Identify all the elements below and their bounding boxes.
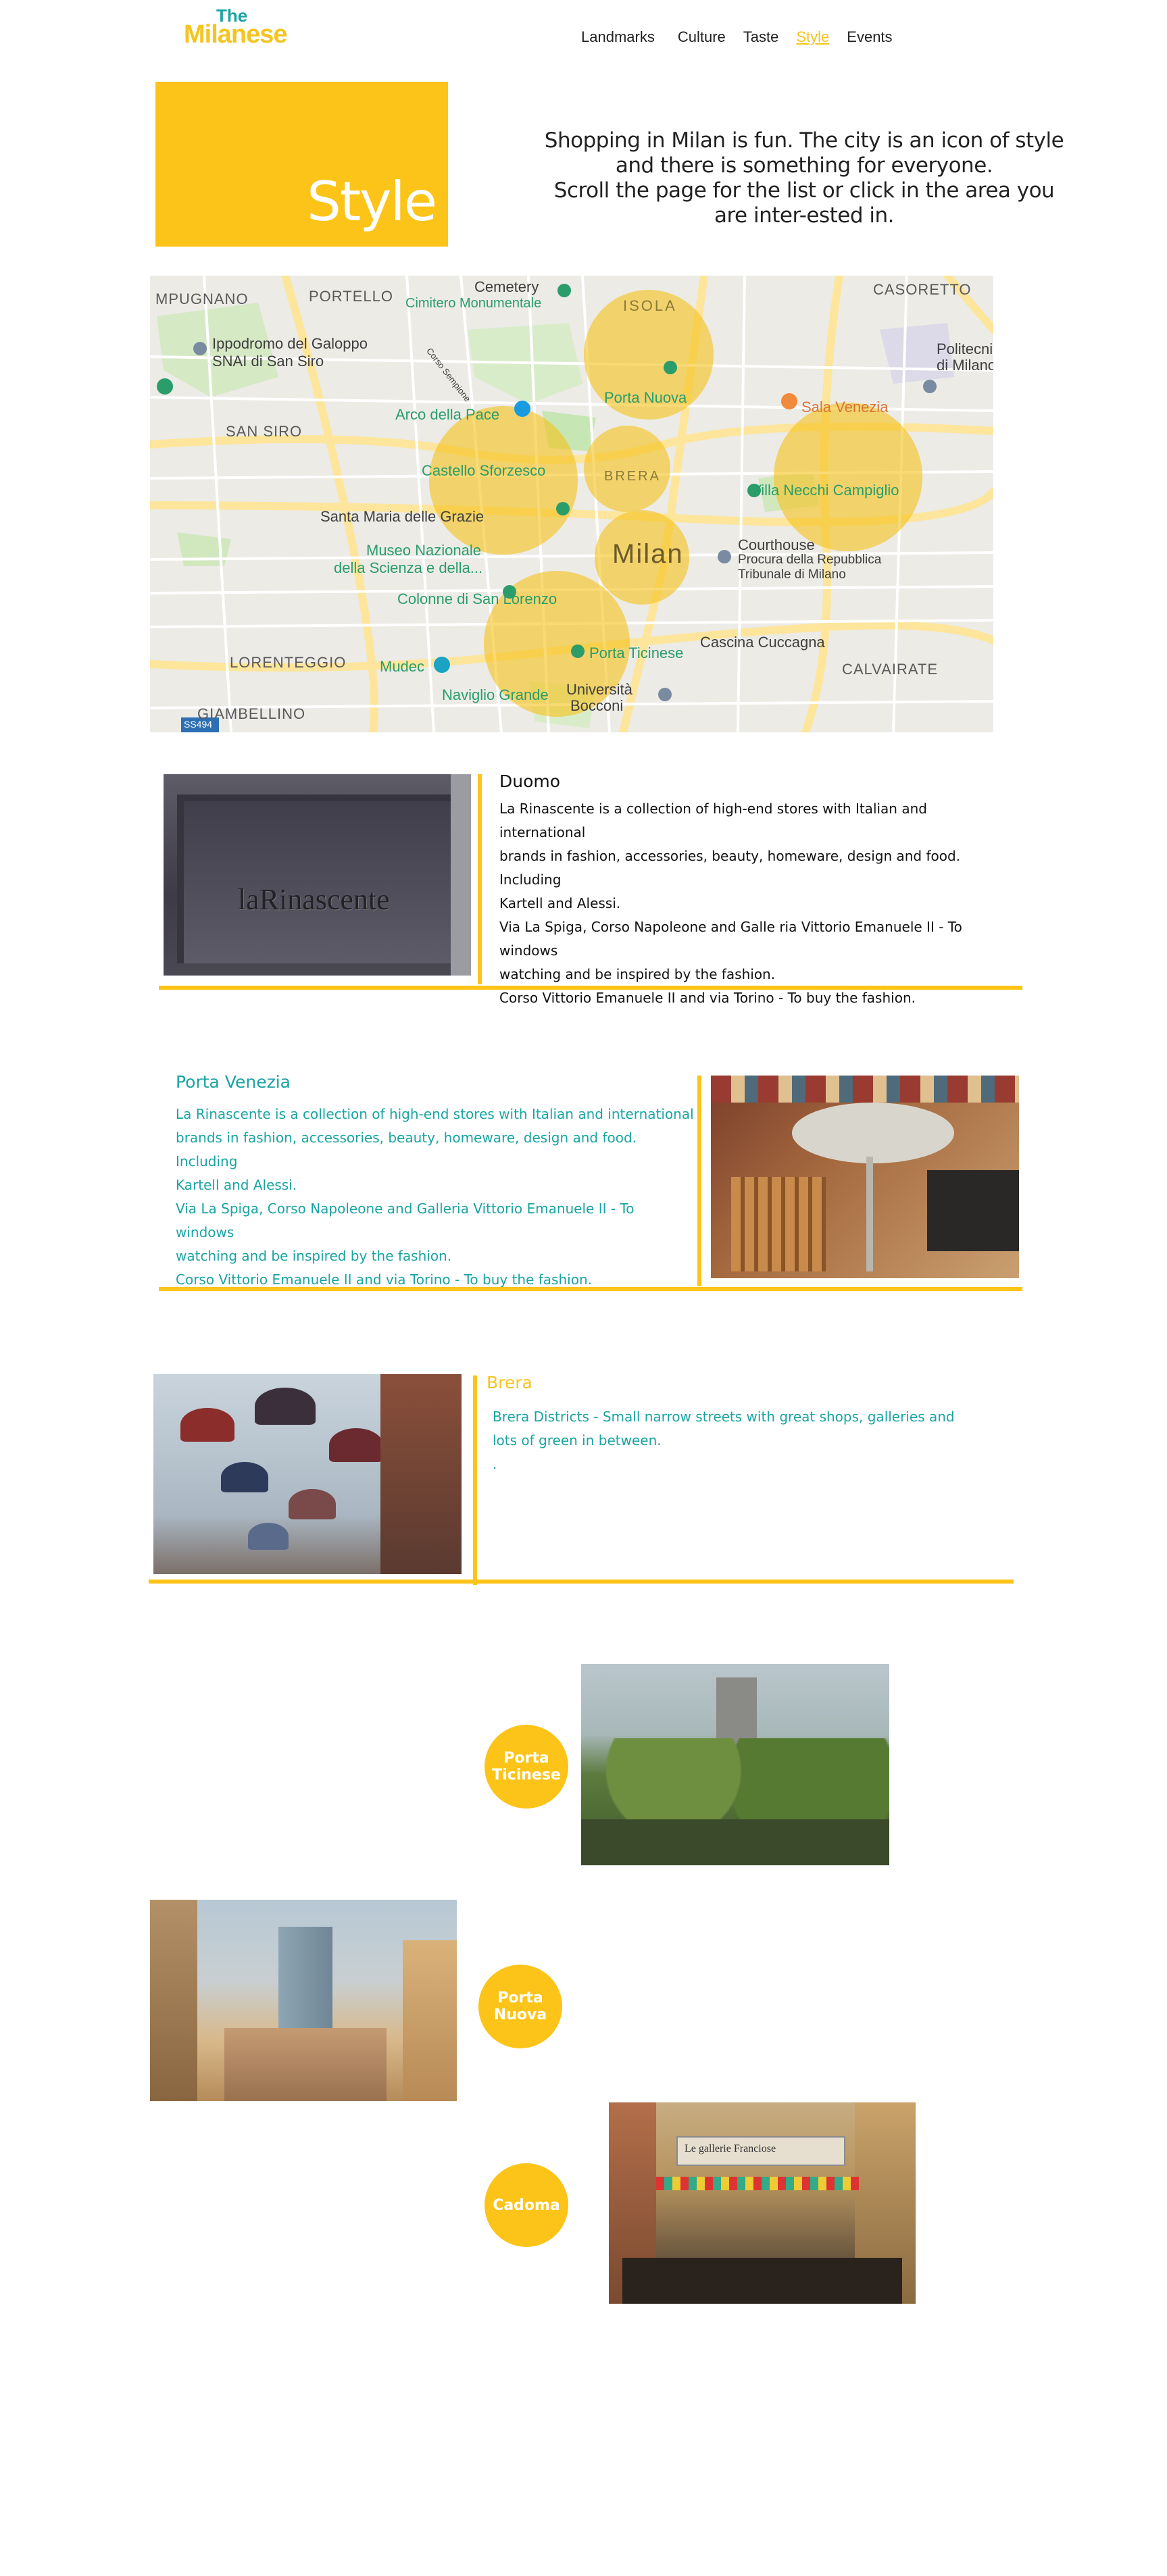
map-place-cimitero: Cimitero Monumentale bbox=[405, 296, 542, 311]
map-place-porta-ticinese: Porta Ticinese bbox=[589, 645, 684, 661]
nav-culture[interactable]: Culture bbox=[678, 28, 726, 46]
section-title-porta-venezia: Porta Venezia bbox=[176, 1072, 291, 1092]
map-area-brera: BRERA bbox=[604, 469, 661, 484]
nav-landmarks[interactable]: Landmarks bbox=[581, 28, 655, 46]
shopping-map[interactable]: MPUGNANO PORTELLO Cemetery Cimitero Monu… bbox=[150, 276, 993, 732]
main-nav: Landmarks Culture Taste Style Events bbox=[581, 28, 910, 46]
duomo-divider bbox=[478, 774, 482, 984]
porta-venezia-line: Via La Spiga, Corso Napoleone and Galler… bbox=[176, 1201, 635, 1240]
porta-venezia-divider bbox=[697, 1076, 701, 1286]
map-place-ippodromo: Ippodromo del Galoppo bbox=[212, 335, 368, 352]
map-area-casoretto: CASORETTO bbox=[873, 281, 972, 298]
porta-venezia-line: brands in fashion, accessories, beauty, … bbox=[176, 1130, 637, 1169]
map-place-museo: Museo Nazionale bbox=[366, 542, 481, 559]
duomo-line: watching and be inspired by the fashion. bbox=[499, 966, 776, 982]
brera-line: Brera Districts - Small narrow streets w… bbox=[493, 1409, 955, 1425]
section-text-porta-venezia: La Rinascente is a collection of high-en… bbox=[176, 1103, 696, 1292]
photo-la-rinascente: laRinascente bbox=[164, 774, 471, 976]
map-area-isola: ISOLA bbox=[623, 297, 677, 314]
duomo-line: Corso Vittorio Emanuele II and via Torin… bbox=[499, 990, 916, 1006]
porta-venezia-line: watching and be inspired by the fashion. bbox=[176, 1248, 452, 1264]
duomo-line: Via La Spiga, Corso Napoleone and Galle … bbox=[499, 919, 962, 959]
nav-style[interactable]: Style bbox=[796, 28, 829, 46]
map-place-courthouse: Courthouse bbox=[738, 536, 815, 553]
cadorna-banner-text: Le gallerie Franciose bbox=[685, 2143, 776, 2154]
circle-cadorna[interactable]: Cadoma bbox=[485, 2163, 568, 2247]
map-area-san-siro: SAN SIRO bbox=[226, 423, 303, 440]
brera-underline bbox=[149, 1580, 1014, 1584]
brera-divider bbox=[473, 1375, 477, 1585]
map-area-lorenteggio: LORENTEGGIO bbox=[230, 654, 347, 671]
porta-venezia-line: La Rinascente is a collection of high-en… bbox=[176, 1106, 694, 1122]
section-text-duomo: La Rinascente is a collection of high-en… bbox=[499, 797, 999, 1010]
logo-name: Milanese bbox=[184, 20, 288, 49]
map-place-mudec: Mudec bbox=[380, 658, 425, 675]
section-title-brera: Brera bbox=[487, 1373, 532, 1392]
map-place-politecnico-2: di Milano bbox=[937, 357, 993, 374]
map-place-cascina: Cascina Cuccagna bbox=[700, 634, 825, 651]
map-place-colonne: Colonne di San Lorenzo bbox=[397, 590, 557, 607]
photo-brera-umbrellas bbox=[153, 1374, 462, 1574]
brera-line: lots of green in between. bbox=[493, 1432, 662, 1448]
map-place-porta-nuova: Porta Nuova bbox=[604, 389, 687, 406]
section-text-brera: Brera Districts - Small narrow streets w… bbox=[493, 1405, 979, 1476]
map-place-cemetery: Cemetery bbox=[474, 278, 539, 295]
map-road-ss494: SS494 bbox=[184, 719, 213, 730]
map-area-portello: PORTELLO bbox=[309, 288, 393, 305]
section-title-duomo: Duomo bbox=[499, 772, 561, 791]
map-city-label: Milan bbox=[612, 539, 684, 569]
nav-events[interactable]: Events bbox=[847, 28, 892, 46]
intro-line-2: Scroll the page for the list or click in… bbox=[553, 178, 1055, 228]
hero-title-box: Style bbox=[155, 82, 448, 247]
page-title: Style bbox=[307, 170, 437, 233]
map-place-sala-venezia: Sala Venezia bbox=[801, 399, 889, 415]
map-place-procura: Procura della Repubblica bbox=[738, 553, 882, 567]
map-place-snai: SNAI di San Siro bbox=[212, 353, 324, 370]
photo-cadorna-market: Le gallerie Franciose bbox=[609, 2102, 916, 2304]
circle-nuova-line1: Porta bbox=[497, 1990, 543, 2006]
map-area-mpugnano: MPUGNANO bbox=[155, 291, 249, 307]
intro-line-1: Shopping in Milan is fun. The city is an… bbox=[544, 128, 1064, 178]
map-place-tribunale: Tribunale di Milano bbox=[738, 567, 846, 582]
map-place-arco: Arco della Pace bbox=[395, 406, 500, 423]
rinascente-sign: laRinascente bbox=[238, 883, 390, 916]
circle-cadorna-label: Cadoma bbox=[493, 2196, 560, 2214]
circle-ticinese-line1: Porta bbox=[503, 1750, 549, 1767]
circle-porta-nuova[interactable]: Porta Nuova bbox=[478, 1965, 562, 2048]
photo-porta-nuova bbox=[150, 1900, 457, 2101]
map-place-politecnico: Politecnico bbox=[937, 340, 993, 357]
circle-nuova-line2: Nuova bbox=[493, 2006, 547, 2023]
porta-venezia-line: Kartell and Alessi. bbox=[176, 1177, 297, 1193]
duomo-underline bbox=[159, 986, 1022, 990]
map-place-santa-maria: Santa Maria delle Grazie bbox=[320, 508, 485, 525]
map-place-naviglio: Naviglio Grande bbox=[442, 686, 549, 703]
map-place-universita: Università bbox=[566, 681, 632, 698]
map-place-bocconi: Bocconi bbox=[570, 697, 624, 714]
circle-ticinese-line2: Ticinese bbox=[492, 1767, 561, 1784]
duomo-line: brands in fashion, accessories, beauty, … bbox=[499, 848, 961, 888]
intro-text: Shopping in Milan is fun. The city is an… bbox=[541, 128, 1068, 228]
porta-venezia-underline bbox=[159, 1287, 1022, 1291]
duomo-line: Kartell and Alessi. bbox=[499, 895, 621, 911]
brera-line: . bbox=[493, 1456, 497, 1472]
map-place-villa-necchi: Villa Necchi Campiglio bbox=[751, 482, 899, 499]
nav-taste[interactable]: Taste bbox=[743, 28, 779, 46]
map-place-castello: Castello Sforzesco bbox=[422, 462, 546, 479]
photo-porta-ticinese bbox=[581, 1664, 889, 1865]
map-area-calvairate: CALVAIRATE bbox=[842, 661, 939, 678]
circle-porta-ticinese[interactable]: Porta Ticinese bbox=[485, 1725, 568, 1809]
map-area-giambellino: GIAMBELLINO bbox=[197, 705, 306, 722]
duomo-line: La Rinascente is a collection of high-en… bbox=[499, 801, 927, 840]
photo-porta-venezia-cafe bbox=[711, 1076, 1019, 1278]
map-place-museo-2: della Scienza e della... bbox=[334, 559, 483, 576]
